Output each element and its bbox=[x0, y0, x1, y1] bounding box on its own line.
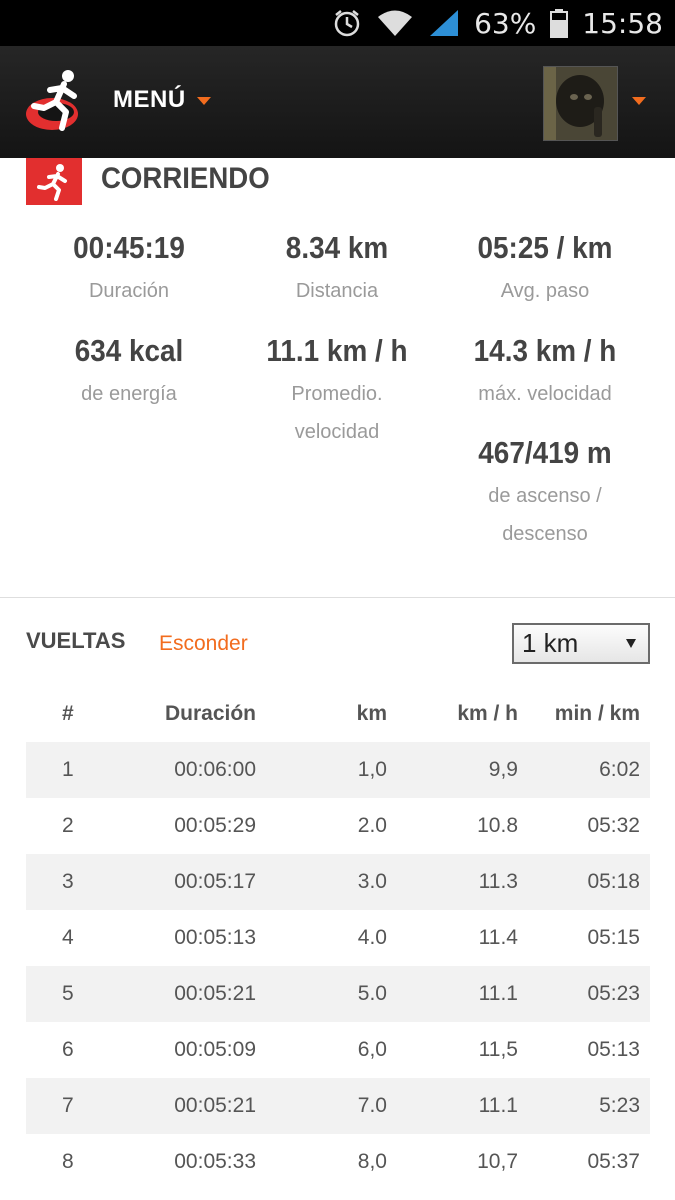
table-cell: 00:05:09 bbox=[174, 1038, 256, 1061]
table-cell: 2 bbox=[62, 814, 74, 837]
table-cell: 3 bbox=[62, 870, 74, 893]
app-header: MENÚ bbox=[0, 46, 675, 158]
signal-icon bbox=[428, 8, 460, 38]
table-row: 8 00:05:33 8,0 10,7 05:37 bbox=[26, 1134, 650, 1190]
table-cell: 9,9 bbox=[488, 758, 518, 781]
stat-label: de energía bbox=[81, 383, 177, 405]
table-cell: 6,0 bbox=[357, 1038, 387, 1061]
stat-elevation: 467/419 m de ascenso / descenso bbox=[441, 435, 649, 553]
table-cell: 11.3 bbox=[478, 870, 518, 893]
table-row: 2 00:05:29 2.0 10.8 05:32 bbox=[26, 798, 650, 854]
table-cell: 05:13 bbox=[587, 1038, 640, 1061]
wifi-icon bbox=[376, 8, 414, 38]
clock: 15:58 bbox=[582, 6, 663, 40]
alarm-icon bbox=[332, 8, 362, 38]
table-cell: 3.0 bbox=[357, 870, 387, 893]
table-cell: 00:05:13 bbox=[174, 926, 256, 949]
table-cell: 7.0 bbox=[357, 1094, 387, 1117]
stat-avg-speed: 11.1 km / h Promedio. velocidad bbox=[233, 333, 441, 451]
table-cell: 11.4 bbox=[478, 926, 518, 949]
stat-energy: 634 kcal de energía bbox=[25, 333, 233, 413]
column-header: min / km bbox=[554, 702, 640, 725]
table-cell: 00:05:21 bbox=[174, 982, 256, 1005]
table-cell: 7 bbox=[62, 1094, 74, 1117]
stat-label: Duración bbox=[88, 280, 170, 302]
stat-value: 8.34 km bbox=[285, 230, 389, 265]
column-header: # bbox=[62, 702, 74, 725]
stat-value: 467/419 m bbox=[478, 435, 612, 470]
table-row: 1 00:06:00 1,0 9,9 6:02 bbox=[26, 742, 650, 798]
column-header: Duración bbox=[164, 702, 256, 725]
stat-value: 14.3 km / h bbox=[473, 333, 617, 368]
battery-icon bbox=[550, 8, 569, 38]
table-cell: 2.0 bbox=[357, 814, 387, 837]
table-header: # Duración km km / h min / km bbox=[26, 686, 650, 742]
table-cell: 10.8 bbox=[477, 814, 518, 837]
avatar[interactable] bbox=[543, 66, 618, 141]
table-cell: 6 bbox=[62, 1038, 74, 1061]
dropdown-arrow-icon bbox=[626, 639, 636, 648]
table-cell: 1 bbox=[62, 758, 74, 781]
table-cell: 00:05:29 bbox=[174, 814, 256, 837]
column-header: km / h bbox=[457, 702, 518, 725]
table-cell: 05:18 bbox=[587, 870, 640, 893]
table-row: 6 00:05:09 6,0 11,5 05:13 bbox=[26, 1022, 650, 1078]
lap-distance-select[interactable]: 1 km bbox=[512, 623, 650, 664]
laps-title: VUELTAS bbox=[26, 628, 126, 653]
table-row: 5 00:05:21 5.0 11.1 05:23 bbox=[26, 966, 650, 1022]
stat-duration: 00:45:19 Duración bbox=[25, 230, 233, 310]
table-row: 7 00:05:21 7.0 11.1 5:23 bbox=[26, 1078, 650, 1134]
stat-value: 00:45:19 bbox=[73, 230, 185, 265]
table-row: 3 00:05:17 3.0 11.3 05:18 bbox=[26, 854, 650, 910]
table-cell: 1,0 bbox=[357, 758, 387, 781]
table-cell: 05:23 bbox=[587, 982, 640, 1005]
stat-label: máx. velocidad bbox=[478, 383, 612, 405]
chevron-down-icon[interactable] bbox=[197, 97, 211, 105]
table-cell: 05:37 bbox=[587, 1150, 640, 1173]
hide-laps-link[interactable]: Esconder bbox=[159, 632, 248, 656]
stat-max-speed: 14.3 km / h máx. velocidad bbox=[441, 333, 649, 413]
table-cell: 00:05:17 bbox=[174, 870, 256, 893]
table-cell: 11,5 bbox=[478, 1038, 518, 1061]
runner-icon bbox=[26, 158, 82, 205]
stat-distance: 8.34 km Distancia bbox=[233, 230, 441, 310]
table-cell: 10,7 bbox=[477, 1150, 518, 1173]
stat-value: 05:25 / km bbox=[477, 230, 613, 265]
stat-avg-pace: 05:25 / km Avg. paso bbox=[441, 230, 649, 310]
table-cell: 8 bbox=[62, 1150, 74, 1173]
table-cell: 05:15 bbox=[587, 926, 640, 949]
stat-label: Distancia bbox=[295, 280, 379, 302]
table-cell: 11.1 bbox=[478, 1094, 518, 1117]
table-cell: 8,0 bbox=[357, 1150, 387, 1173]
stat-label: de ascenso / descenso bbox=[488, 485, 602, 545]
stat-label: Avg. paso bbox=[500, 280, 590, 302]
table-cell: 6:02 bbox=[599, 758, 640, 781]
table-row: 4 00:05:13 4.0 11.4 05:15 bbox=[26, 910, 650, 966]
column-header: km bbox=[356, 702, 387, 725]
table-cell: 00:05:33 bbox=[174, 1150, 256, 1173]
table-cell: 11.1 bbox=[478, 982, 518, 1005]
table-cell: 5:23 bbox=[599, 1094, 640, 1117]
laps-table: # Duración km km / h min / km 1 00:06:00 1… bbox=[26, 686, 650, 1190]
table-cell: 00:05:21 bbox=[174, 1094, 256, 1117]
table-cell: 5.0 bbox=[357, 982, 387, 1005]
table-cell: 05:32 bbox=[587, 814, 640, 837]
stat-value: 11.1 km / h bbox=[266, 333, 408, 368]
select-value: 1 km bbox=[522, 628, 579, 658]
table-cell: 00:06:00 bbox=[174, 758, 256, 781]
app-logo-icon[interactable] bbox=[26, 68, 88, 136]
table-cell: 5 bbox=[62, 982, 74, 1005]
battery-percent: 63% bbox=[474, 6, 537, 40]
table-cell: 4 bbox=[62, 926, 74, 949]
status-bar: 63% 15:58 bbox=[0, 0, 675, 46]
chevron-down-icon[interactable] bbox=[632, 97, 646, 105]
stat-label: Promedio. velocidad bbox=[291, 383, 383, 443]
stat-value: 634 kcal bbox=[74, 333, 184, 368]
activity-title: CORRIENDO bbox=[101, 162, 270, 195]
table-cell: 4.0 bbox=[357, 926, 387, 949]
menu-button[interactable]: MENÚ bbox=[113, 86, 186, 114]
divider bbox=[0, 597, 675, 598]
